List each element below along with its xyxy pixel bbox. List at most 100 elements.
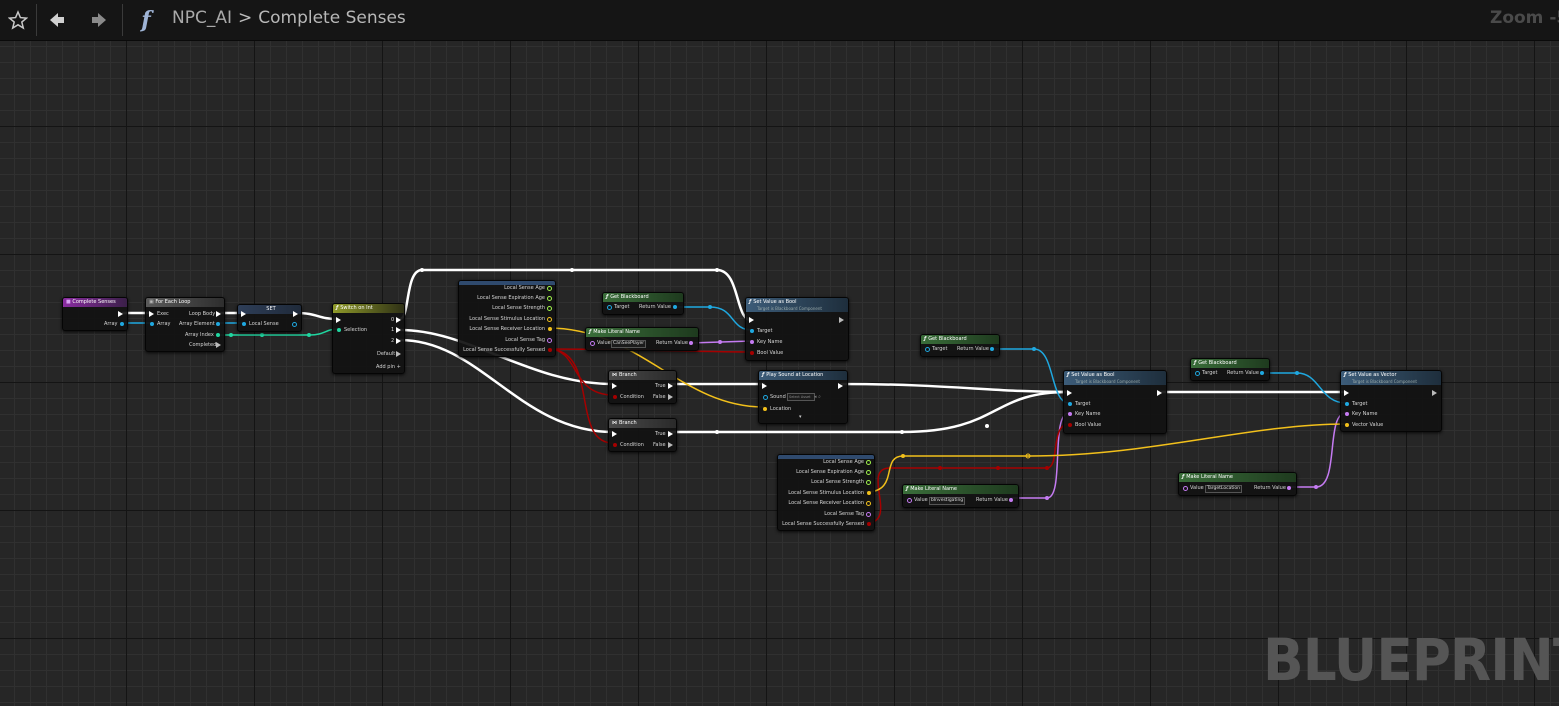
value-pin[interactable] bbox=[590, 341, 595, 346]
node-break-sense-1[interactable]: Local Sense Age Local Sense Expiration A… bbox=[458, 280, 556, 357]
key-name-pin[interactable] bbox=[750, 340, 754, 344]
return-value-pin[interactable] bbox=[990, 347, 994, 351]
exec-in-pin[interactable] bbox=[1344, 390, 1349, 396]
target-pin[interactable] bbox=[750, 329, 754, 333]
forward-button[interactable] bbox=[86, 6, 112, 34]
asset-browse-icons[interactable]: ◂ ⌕ bbox=[814, 394, 821, 400]
exec-out-pin[interactable] bbox=[293, 311, 298, 317]
stimulus-location-pin[interactable] bbox=[867, 491, 871, 495]
target-pin[interactable] bbox=[925, 347, 930, 352]
vector-value-pin[interactable] bbox=[1345, 423, 1349, 427]
array-in-pin[interactable] bbox=[150, 322, 154, 326]
sense-tag-pin[interactable] bbox=[547, 338, 552, 343]
node-for-each-loop[interactable]: ▣ For Each Loop Exec Array Loop Body Arr… bbox=[145, 297, 225, 352]
exec-in-pin[interactable] bbox=[241, 311, 246, 317]
bool-value-pin[interactable] bbox=[1068, 423, 1072, 427]
node-branch-2[interactable]: ⋈ Branch Condition True False bbox=[608, 418, 677, 452]
sound-pin[interactable] bbox=[763, 395, 768, 400]
return-value-pin[interactable] bbox=[1009, 498, 1013, 502]
bool-value-pin[interactable] bbox=[750, 351, 754, 355]
node-make-literal-name-1[interactable]: ƒ Make Literal Name Value CanSeePlayer Re… bbox=[585, 327, 699, 351]
node-switch-on-int[interactable]: ƒ Switch on Int Selection 0 1 2 Default A… bbox=[332, 303, 405, 374]
literal-name-input[interactable]: TargetLocation bbox=[1205, 485, 1242, 493]
target-pin[interactable] bbox=[1345, 402, 1349, 406]
array-element-pin[interactable] bbox=[216, 322, 220, 326]
breadcrumb-root[interactable]: NPC_AI bbox=[172, 8, 232, 28]
return-value-pin[interactable] bbox=[1287, 486, 1291, 490]
exec-in-pin[interactable] bbox=[336, 317, 341, 323]
local-sense-in-pin[interactable] bbox=[242, 322, 246, 326]
return-value-pin[interactable] bbox=[689, 341, 693, 345]
sense-strength-pin[interactable] bbox=[547, 306, 552, 311]
node-set-local-sense[interactable]: SET Local Sense bbox=[237, 304, 302, 332]
node-play-sound-at-location[interactable]: ƒ Play Sound at Location Sound Select Ass… bbox=[758, 370, 848, 424]
node-make-literal-name-2[interactable]: ƒ Make Literal Name Value bInvestigating … bbox=[902, 484, 1019, 508]
exec-in-pin[interactable] bbox=[612, 431, 617, 437]
condition-pin[interactable] bbox=[613, 395, 617, 399]
sound-asset-select[interactable]: Select Asset bbox=[787, 393, 815, 401]
node-set-value-as-vector[interactable]: ƒ Set Value as Vector Target is Blackboard… bbox=[1340, 370, 1442, 432]
value-pin[interactable] bbox=[907, 498, 912, 503]
array-index-pin[interactable] bbox=[216, 333, 220, 337]
exec-out-pin[interactable] bbox=[118, 311, 123, 317]
node-branch-1[interactable]: ⋈ Branch Condition True False bbox=[608, 370, 677, 404]
exec-in-pin[interactable] bbox=[1067, 390, 1072, 396]
case-2-pin[interactable] bbox=[396, 338, 401, 344]
value-pin[interactable] bbox=[1183, 486, 1188, 491]
selection-pin[interactable] bbox=[337, 328, 341, 332]
node-set-value-as-bool-1[interactable]: ƒ Set Value as Bool Target is Blackboard C… bbox=[745, 297, 849, 361]
node-make-literal-name-3[interactable]: ƒ Make Literal Name Value TargetLocation … bbox=[1178, 472, 1297, 496]
false-pin[interactable] bbox=[668, 442, 673, 448]
array-out-pin[interactable] bbox=[120, 322, 124, 326]
exec-in-pin[interactable] bbox=[762, 383, 767, 389]
key-name-pin[interactable] bbox=[1345, 412, 1349, 416]
return-value-pin[interactable] bbox=[1260, 371, 1264, 375]
literal-name-input[interactable]: CanSeePlayer bbox=[611, 340, 647, 348]
sense-age-pin[interactable] bbox=[866, 460, 871, 465]
true-pin[interactable] bbox=[668, 431, 673, 437]
add-pin-button[interactable]: Add pin + bbox=[376, 364, 401, 370]
target-pin[interactable] bbox=[1195, 371, 1200, 376]
node-get-blackboard-2[interactable]: ƒ Get Blackboard Target Return Value bbox=[920, 334, 1000, 357]
exec-out-pin[interactable] bbox=[1157, 390, 1162, 396]
back-button[interactable] bbox=[44, 6, 70, 34]
exec-in-pin[interactable] bbox=[612, 383, 617, 389]
exec-out-pin[interactable] bbox=[839, 317, 844, 323]
case-0-pin[interactable] bbox=[396, 317, 401, 323]
expand-arrow-icon[interactable]: ▾ bbox=[799, 414, 802, 420]
exec-in-pin[interactable] bbox=[149, 311, 154, 317]
successfully-sensed-pin[interactable] bbox=[548, 348, 552, 352]
receiver-location-pin[interactable] bbox=[548, 327, 552, 331]
loop-body-pin[interactable] bbox=[216, 311, 221, 317]
sense-tag-pin[interactable] bbox=[866, 512, 871, 517]
node-get-blackboard-1[interactable]: ƒ Get Blackboard Target Return Value bbox=[602, 292, 684, 315]
default-pin[interactable] bbox=[396, 351, 401, 357]
node-get-blackboard-3[interactable]: ƒ Get Blackboard Target Return Value bbox=[1190, 358, 1270, 381]
sense-age-pin[interactable] bbox=[547, 286, 552, 291]
case-1-pin[interactable] bbox=[396, 327, 401, 333]
target-pin[interactable] bbox=[1068, 402, 1072, 406]
local-sense-out-pin[interactable] bbox=[292, 322, 297, 327]
stimulus-location-pin[interactable] bbox=[547, 317, 552, 322]
favorite-button[interactable] bbox=[6, 6, 30, 34]
literal-name-input[interactable]: bInvestigating bbox=[929, 497, 966, 505]
true-pin[interactable] bbox=[668, 383, 673, 389]
key-name-pin[interactable] bbox=[1068, 412, 1072, 416]
node-break-sense-2[interactable]: Local Sense Age Local Sense Expiration A… bbox=[777, 454, 875, 531]
node-set-value-as-bool-2[interactable]: ƒ Set Value as Bool Target is Blackboard C… bbox=[1063, 370, 1167, 434]
target-pin[interactable] bbox=[607, 305, 612, 310]
sense-strength-pin[interactable] bbox=[866, 480, 871, 485]
successfully-sensed-pin[interactable] bbox=[867, 522, 871, 526]
completed-pin[interactable] bbox=[216, 342, 221, 348]
condition-pin[interactable] bbox=[613, 443, 617, 447]
return-value-pin[interactable] bbox=[673, 305, 677, 309]
exec-out-pin[interactable] bbox=[1432, 390, 1437, 396]
node-complete-senses[interactable]: ■ Complete Senses Array bbox=[62, 297, 128, 331]
receiver-location-pin[interactable] bbox=[866, 501, 871, 506]
sense-expiration-pin[interactable] bbox=[866, 470, 871, 475]
sense-expiration-pin[interactable] bbox=[547, 296, 552, 301]
exec-in-pin[interactable] bbox=[749, 317, 754, 323]
location-pin[interactable] bbox=[763, 407, 767, 411]
false-pin[interactable] bbox=[668, 394, 673, 400]
exec-out-pin[interactable] bbox=[838, 383, 843, 389]
